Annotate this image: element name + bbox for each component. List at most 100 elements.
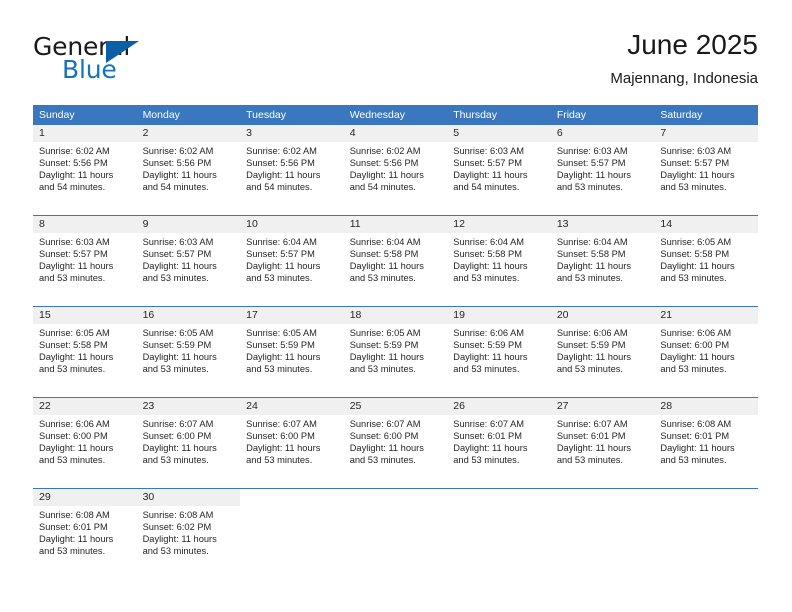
day-cell[interactable]: 4 Sunrise: 6:02 AM Sunset: 5:56 PM Dayli… (343, 125, 448, 215)
daylight-text-line2: and 53 minutes. (453, 364, 520, 375)
day-info: Sunrise: 6:07 AM Sunset: 6:00 PM Dayligh… (344, 415, 448, 466)
day-cell[interactable]: 12 Sunrise: 6:04 AM Sunset: 5:58 PM Dayl… (447, 216, 551, 306)
sunrise-text: Sunrise: 6:07 AM (142, 419, 214, 429)
day-cell[interactable]: 26 Sunrise: 6:07 AM Sunset: 6:01 PM Dayl… (447, 398, 551, 488)
daylight-text-line1: Daylight: 11 hours (349, 170, 424, 181)
day-cell[interactable]: 23 Sunrise: 6:07 AM Sunset: 6:00 PM Dayl… (136, 398, 241, 488)
day-cell[interactable]: 1 Sunrise: 6:02 AM Sunset: 5:56 PM Dayli… (33, 125, 137, 215)
day-cell[interactable]: 24 Sunrise: 6:07 AM Sunset: 6:00 PM Dayl… (240, 398, 344, 488)
sunrise-text: Sunrise: 6:06 AM (39, 419, 110, 429)
day-number: 7 (660, 127, 667, 139)
sunset-text: Sunset: 5:59 PM (246, 340, 315, 351)
sunset-text: Sunset: 5:59 PM (142, 340, 212, 351)
day-info: Sunrise: 6:05 AM Sunset: 5:58 PM Dayligh… (654, 233, 758, 284)
day-cell[interactable]: 3 Sunrise: 6:02 AM Sunset: 5:56 PM Dayli… (240, 125, 344, 215)
daylight-text-line2: and 54 minutes. (453, 182, 520, 193)
sunset-text: Sunset: 5:57 PM (556, 158, 626, 169)
sunrise-text: Sunrise: 6:07 AM (453, 419, 525, 429)
day-number: 17 (246, 309, 258, 321)
day-info: Sunrise: 6:08 AM Sunset: 6:01 PM Dayligh… (33, 506, 137, 557)
sunrise-text: Sunrise: 6:05 AM (39, 328, 110, 338)
day-cell[interactable]: 18 Sunrise: 6:05 AM Sunset: 5:59 PM Dayl… (343, 307, 448, 397)
day-cell[interactable]: 19 Sunrise: 6:06 AM Sunset: 5:59 PM Dayl… (447, 307, 551, 397)
day-cell[interactable]: 21 Sunrise: 6:06 AM Sunset: 6:00 PM Dayl… (654, 307, 758, 397)
sunrise-text: Sunrise: 6:08 AM (39, 510, 110, 520)
day-info: Sunrise: 6:07 AM Sunset: 6:01 PM Dayligh… (447, 415, 551, 466)
day-cell[interactable]: 22 Sunrise: 6:06 AM Sunset: 6:00 PM Dayl… (33, 398, 137, 488)
day-cell[interactable]: 20 Sunrise: 6:06 AM Sunset: 5:59 PM Dayl… (550, 307, 655, 397)
daynum-band: 5 (447, 125, 551, 142)
sunset-text: Sunset: 6:02 PM (142, 522, 212, 533)
day-info: Sunrise: 6:06 AM Sunset: 5:59 PM Dayligh… (447, 324, 551, 375)
daynum-band: 16 (136, 307, 241, 324)
sunset-text: Sunset: 6:01 PM (660, 431, 730, 442)
day-number: 15 (39, 309, 51, 321)
day-cell[interactable]: 6 Sunrise: 6:03 AM Sunset: 5:57 PM Dayli… (550, 125, 655, 215)
daylight-text-line2: and 53 minutes. (660, 455, 727, 466)
day-cell[interactable]: 13 Sunrise: 6:04 AM Sunset: 5:58 PM Dayl… (550, 216, 655, 306)
day-number: 20 (556, 309, 569, 321)
day-number: 22 (39, 400, 51, 412)
daylight-text-line2: and 53 minutes. (246, 273, 313, 284)
daylight-text-line1: Daylight: 11 hours (453, 443, 528, 454)
empty-band (447, 489, 551, 506)
day-cell[interactable]: 25 Sunrise: 6:07 AM Sunset: 6:00 PM Dayl… (343, 398, 448, 488)
daynum-band: 10 (240, 216, 344, 233)
day-cell[interactable]: 28 Sunrise: 6:08 AM Sunset: 6:01 PM Dayl… (654, 398, 758, 488)
day-number: 6 (556, 127, 563, 139)
day-cell[interactable]: 30 Sunrise: 6:08 AM Sunset: 6:02 PM Dayl… (136, 489, 241, 579)
daylight-text-line2: and 53 minutes. (142, 546, 209, 557)
daylight-text-line2: and 53 minutes. (39, 546, 106, 557)
daynum-band: 24 (240, 398, 344, 415)
sunrise-text: Sunrise: 6:06 AM (556, 328, 628, 338)
day-cell[interactable]: 14 Sunrise: 6:05 AM Sunset: 5:58 PM Dayl… (654, 216, 758, 306)
sunset-text: Sunset: 5:58 PM (660, 249, 730, 260)
day-cell[interactable]: 9 Sunrise: 6:03 AM Sunset: 5:57 PM Dayli… (136, 216, 241, 306)
day-cell-empty (550, 489, 655, 579)
daylight-text-line1: Daylight: 11 hours (246, 443, 321, 454)
daynum-band: 14 (654, 216, 758, 233)
sunset-text: Sunset: 5:57 PM (39, 249, 108, 260)
sunset-text: Sunset: 6:01 PM (453, 431, 522, 442)
daylight-text-line2: and 53 minutes. (453, 455, 520, 466)
day-cell[interactable]: 15 Sunrise: 6:05 AM Sunset: 5:58 PM Dayl… (33, 307, 137, 397)
day-cell-empty (240, 489, 344, 579)
daylight-text-line2: and 53 minutes. (142, 364, 209, 375)
day-cell[interactable]: 17 Sunrise: 6:05 AM Sunset: 5:59 PM Dayl… (240, 307, 344, 397)
day-number: 28 (660, 400, 673, 412)
day-cell[interactable]: 16 Sunrise: 6:05 AM Sunset: 5:59 PM Dayl… (136, 307, 241, 397)
sunset-text: Sunset: 5:59 PM (453, 340, 522, 351)
daylight-text-line2: and 53 minutes. (246, 364, 313, 375)
daylight-text-line2: and 54 minutes. (39, 182, 106, 193)
day-cell[interactable]: 2 Sunrise: 6:02 AM Sunset: 5:56 PM Dayli… (136, 125, 241, 215)
weekday-monday: Monday (142, 109, 180, 121)
sunrise-text: Sunrise: 6:06 AM (453, 328, 525, 338)
daynum-band: 21 (654, 307, 758, 324)
daynum-band: 30 (136, 489, 241, 506)
day-cell[interactable]: 5 Sunrise: 6:03 AM Sunset: 5:57 PM Dayli… (447, 125, 551, 215)
sunrise-text: Sunrise: 6:03 AM (453, 146, 525, 156)
sunset-text: Sunset: 5:57 PM (246, 249, 315, 260)
day-cell[interactable]: 8 Sunrise: 6:03 AM Sunset: 5:57 PM Dayli… (33, 216, 137, 306)
daylight-text-line1: Daylight: 11 hours (349, 261, 424, 272)
day-cell[interactable]: 29 Sunrise: 6:08 AM Sunset: 6:01 PM Dayl… (33, 489, 137, 579)
day-cell-empty (343, 489, 448, 579)
day-number: 5 (453, 127, 460, 139)
daylight-text-line1: Daylight: 11 hours (349, 443, 424, 454)
day-cell[interactable]: 7 Sunrise: 6:03 AM Sunset: 5:57 PM Dayli… (654, 125, 758, 215)
day-cell[interactable]: 10 Sunrise: 6:04 AM Sunset: 5:57 PM Dayl… (240, 216, 344, 306)
day-cell[interactable]: 11 Sunrise: 6:04 AM Sunset: 5:58 PM Dayl… (343, 216, 448, 306)
day-info: Sunrise: 6:02 AM Sunset: 5:56 PM Dayligh… (33, 142, 137, 193)
day-info: Sunrise: 6:07 AM Sunset: 6:01 PM Dayligh… (551, 415, 655, 466)
day-cell[interactable]: 27 Sunrise: 6:07 AM Sunset: 6:01 PM Dayl… (550, 398, 655, 488)
daylight-text-line1: Daylight: 11 hours (142, 170, 217, 181)
sunrise-text: Sunrise: 6:02 AM (349, 146, 421, 156)
day-number: 9 (142, 218, 149, 230)
sunrise-text: Sunrise: 6:04 AM (246, 237, 317, 247)
sunrise-text: Sunrise: 6:04 AM (453, 237, 525, 247)
day-info: Sunrise: 6:06 AM Sunset: 6:00 PM Dayligh… (33, 415, 137, 466)
daylight-text-line1: Daylight: 11 hours (39, 170, 114, 181)
sunset-text: Sunset: 5:57 PM (142, 249, 212, 260)
daynum-band: 27 (550, 398, 655, 415)
calendar-grid: Sunday Monday Tuesday Wednesday Thursday… (33, 105, 758, 579)
